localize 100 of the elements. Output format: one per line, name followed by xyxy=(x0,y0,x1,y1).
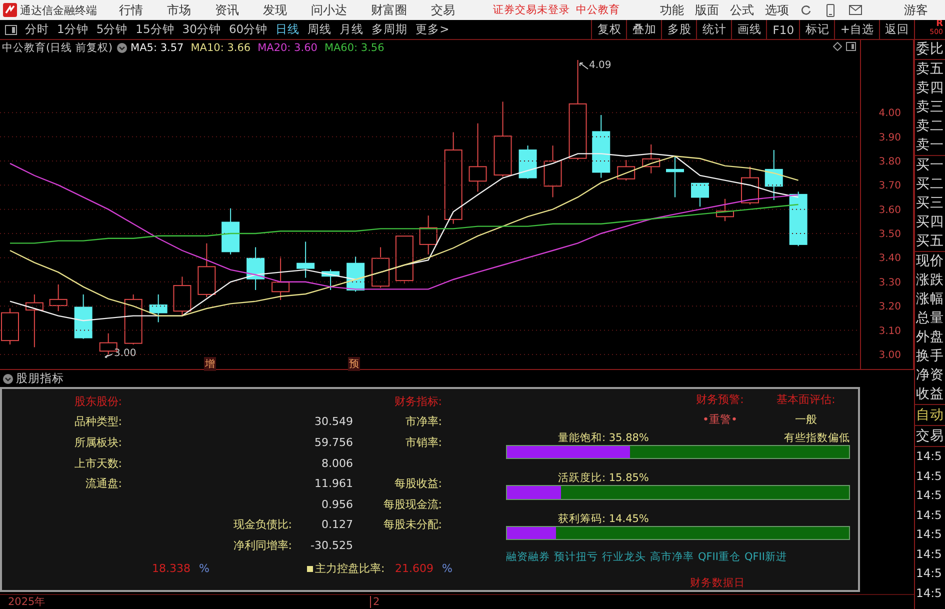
menu-item[interactable]: 发现 xyxy=(263,2,287,18)
quote-label: 外盘 xyxy=(916,328,945,347)
diamond-icon[interactable] xyxy=(833,42,842,51)
toolbar-button[interactable]: 叠加 xyxy=(626,20,662,39)
menu-item[interactable]: 资讯 xyxy=(215,2,239,18)
price-tick: 3.20 xyxy=(878,302,901,313)
toolbar-button[interactable]: +自选 xyxy=(834,20,880,39)
menu-item[interactable]: 版面 xyxy=(695,2,719,18)
period-tab[interactable]: 日线 xyxy=(272,20,303,39)
price-tick: 3.30 xyxy=(878,277,901,288)
login-status[interactable]: 证券交易未登录 xyxy=(493,3,570,17)
stock-tag[interactable]: QFII新进 xyxy=(744,550,787,564)
field-value: 0.127 xyxy=(322,518,353,532)
candlestick xyxy=(296,241,315,278)
moving-average-label: MA10: 3.66 xyxy=(190,42,251,54)
menu-item[interactable]: 公式 xyxy=(730,2,754,18)
quote-label: 卖一 xyxy=(916,136,945,155)
toolbar-button[interactable]: 多股 xyxy=(661,20,696,39)
field-value: 21.609 xyxy=(395,562,434,576)
quote-label: 卖五 xyxy=(916,60,945,79)
period-tab[interactable]: 1分钟 xyxy=(54,20,92,39)
refresh-icon[interactable] xyxy=(800,4,812,16)
moving-average-label: MA60: 3.56 xyxy=(324,42,384,54)
period-tab[interactable]: 月线 xyxy=(336,20,367,39)
quote-label: 卖二 xyxy=(916,117,945,136)
field-label: 所属板块: xyxy=(74,436,122,449)
mail-icon[interactable] xyxy=(849,5,862,15)
candlestick xyxy=(272,256,290,300)
moving-average-label: MA5: 3.57 xyxy=(130,42,184,54)
field-value: 8.006 xyxy=(322,456,353,470)
quote-label: 买三 xyxy=(916,194,945,213)
toolbar-button[interactable]: 复权 xyxy=(591,20,626,39)
price-tick: 3.60 xyxy=(878,204,901,216)
stock-tag[interactable]: QFII重仓 xyxy=(698,550,740,564)
logo-icon xyxy=(3,3,17,17)
candlestick xyxy=(419,215,438,255)
period-tab[interactable]: 周线 xyxy=(304,20,335,39)
candlestick xyxy=(642,144,660,174)
user-name[interactable]: 游客 xyxy=(904,2,928,18)
menu-item[interactable]: 市场 xyxy=(167,2,191,18)
section-heading: 基本面评估: xyxy=(776,392,836,406)
event-marker[interactable]: 增 xyxy=(204,357,216,371)
toolbar-button[interactable]: 画线 xyxy=(731,20,766,39)
period-tab[interactable]: 30分钟 xyxy=(179,20,224,39)
phone-icon[interactable] xyxy=(826,4,835,16)
period-tab[interactable]: 60分钟 xyxy=(226,20,271,39)
field-label: 每股未分配: xyxy=(383,518,442,532)
section-heading: 财务指标: xyxy=(393,394,442,409)
event-marker[interactable]: 预 xyxy=(348,357,360,371)
price-tick: 3.00 xyxy=(878,350,901,361)
candlestick xyxy=(764,150,783,200)
toolbar-button[interactable]: 标记 xyxy=(799,20,834,39)
toolbar-button[interactable]: 统计 xyxy=(696,20,732,39)
mode-label[interactable]: 自动 xyxy=(915,405,945,426)
candlestick xyxy=(395,236,414,284)
trade-time: 14:5 xyxy=(915,487,943,504)
quote-label: 收益 xyxy=(916,385,945,404)
quote-label: 现价 xyxy=(916,252,945,271)
chart-title: 中公教育(日线 前复权) xyxy=(2,40,113,54)
toolbar-button[interactable]: 返回 xyxy=(879,20,914,39)
candlestick xyxy=(74,294,92,340)
stock-tag[interactable]: 行业龙头 xyxy=(602,550,646,564)
trade-time: 14:5 xyxy=(915,468,943,484)
quote-label: 买四 xyxy=(916,213,945,232)
period-tab[interactable]: 多周期 xyxy=(368,20,411,39)
chevron-icon[interactable] xyxy=(3,374,13,384)
low-price-label: 3.00 xyxy=(114,348,136,359)
field-value: 0.956 xyxy=(322,498,353,511)
menu-item[interactable]: 问小达 xyxy=(311,2,347,18)
menu-item[interactable]: 交易 xyxy=(431,2,455,18)
trade-time: 14:5 xyxy=(915,448,943,465)
chevron-icon[interactable] xyxy=(116,42,127,52)
menu-item[interactable]: 选项 xyxy=(765,2,789,18)
quote-label: 净资 xyxy=(916,366,945,385)
account-name: 中公教育 xyxy=(576,3,620,17)
period-tab[interactable]: 15分钟 xyxy=(132,20,178,39)
panel-toggle-icon[interactable] xyxy=(846,42,856,51)
price-tick: 3.80 xyxy=(878,156,901,168)
high-price-label: 4.09 xyxy=(589,60,612,71)
unit-label: % xyxy=(442,562,452,576)
section-heading: 财务预警: xyxy=(695,392,745,406)
menu-item[interactable]: 行情 xyxy=(119,2,143,18)
evaluation-comment: 有些指数偏低 xyxy=(784,431,850,445)
menu-item[interactable]: 财富圈 xyxy=(371,2,407,18)
candlestick xyxy=(222,208,240,255)
stock-tag[interactable]: 高市净率 xyxy=(650,550,694,564)
period-tab[interactable]: 分时 xyxy=(22,20,52,39)
field-label: 市销率: xyxy=(405,436,442,449)
candlestick xyxy=(544,145,562,198)
field-label: 每股收益: xyxy=(394,477,442,490)
field-label: 每股现金流: xyxy=(383,498,442,511)
period-tab[interactable]: 更多> xyxy=(412,20,452,39)
stock-tag[interactable]: 融资融券 xyxy=(506,550,550,564)
toolbar-button[interactable]: F10 xyxy=(766,20,800,39)
year-label: 2025年 xyxy=(8,595,47,609)
stock-tag[interactable]: 预计扭亏 xyxy=(554,550,598,564)
period-tab[interactable]: 5分钟 xyxy=(93,20,131,39)
quote-label: 总量 xyxy=(916,309,945,328)
menu-item[interactable]: 功能 xyxy=(660,2,684,18)
price-tick: 3.90 xyxy=(878,132,901,144)
